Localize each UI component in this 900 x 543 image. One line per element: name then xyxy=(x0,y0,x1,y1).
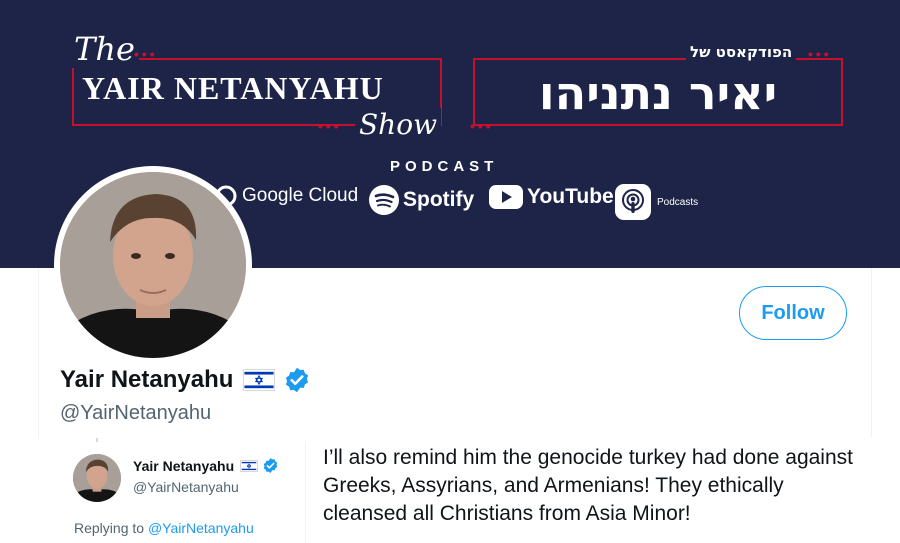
person-photo-icon xyxy=(60,172,246,358)
decorative-dots: ••• xyxy=(134,46,158,62)
verified-badge-icon xyxy=(286,367,309,393)
reply-author-name[interactable]: Yair Netanyahu xyxy=(133,458,234,474)
profile-name: Yair Netanyahu xyxy=(60,366,234,393)
hebrew-subtitle: הפודקאסט של xyxy=(686,43,797,61)
apple-podcasts-logo: Podcasts xyxy=(615,184,698,220)
profile-avatar[interactable] xyxy=(60,172,246,358)
israel-flag-icon xyxy=(240,459,259,472)
show-title-show: Show xyxy=(355,108,442,141)
youtube-logo: YouTube xyxy=(488,184,614,210)
decorative-dots: ••• xyxy=(470,118,494,134)
profile-handle: @YairNetanyahu xyxy=(60,402,212,424)
profile-name-row: Yair Netanyahu xyxy=(60,366,311,394)
verified-badge-icon xyxy=(263,458,278,473)
reply-author-row[interactable]: Yair Netanyahu xyxy=(133,457,279,474)
person-photo-icon xyxy=(73,454,121,502)
replying-to-line: Replying to @YairNetanyahu xyxy=(74,520,254,536)
reply-tweet-text: I’ll also remind him the genocide turkey… xyxy=(323,446,853,525)
hebrew-title: יאיר נתניהו xyxy=(538,66,778,120)
decorative-dots: ••• xyxy=(808,46,832,62)
google-podcasts-logo: Google Cloud xyxy=(214,184,358,208)
apple-podcasts-icon xyxy=(615,184,651,220)
spotify-logo: Spotify xyxy=(368,184,474,216)
replying-to-link[interactable]: @YairNetanyahu xyxy=(148,520,254,536)
replying-to-label: Replying to xyxy=(74,520,145,536)
follow-button[interactable]: Follow xyxy=(739,286,847,340)
reply-author-handle[interactable]: @YairNetanyahu xyxy=(133,479,239,495)
podcast-label: PODCAST xyxy=(390,158,499,175)
spotify-icon xyxy=(369,185,399,215)
reply-author-avatar[interactable] xyxy=(73,454,121,502)
decorative-dots: ••• xyxy=(318,118,342,134)
show-title-the: The xyxy=(70,30,139,68)
israel-flag-icon xyxy=(243,369,276,391)
youtube-play-icon xyxy=(489,185,523,209)
show-title: YAIR NETANYAHU xyxy=(82,70,384,106)
